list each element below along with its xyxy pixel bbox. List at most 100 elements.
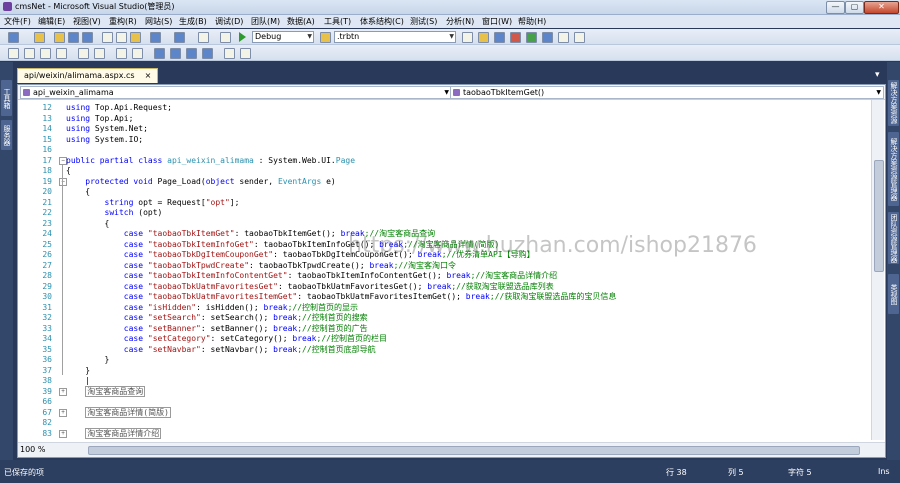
bookmark-icon[interactable] [154,48,165,59]
menu-architecture[interactable]: 体系结构(C) [360,16,404,27]
code-line[interactable]: 28 case "taobaoTbkItemInfoContentGet": t… [18,270,868,281]
code-line[interactable]: 18 { [18,165,868,176]
menu-help[interactable]: 帮助(H) [518,16,546,27]
menu-website[interactable]: 网站(S) [145,16,172,27]
menu-build[interactable]: 生成(B) [179,16,207,27]
toolbox-icon[interactable] [510,32,521,43]
save-all-icon[interactable] [82,32,93,43]
code-line[interactable]: 66 [18,396,868,407]
menu-tools[interactable]: 工具(T) [324,16,351,27]
collapsed-region[interactable]: 淘宝客商品详情(简版) [85,406,171,418]
code-line[interactable]: 23 { [18,218,868,229]
document-tab[interactable]: api/weixin/alimama.aspx.cs × [17,68,159,83]
code-line[interactable]: 82 [18,417,868,428]
code-line[interactable]: 16 [18,144,868,155]
class-dropdown[interactable]: api_weixin_alimama ▼ [20,86,452,99]
code-line[interactable]: 67 + 淘宝客商品详情(简版) [18,406,868,418]
save-icon[interactable] [68,32,79,43]
format-document-icon[interactable] [224,48,235,59]
horizontal-scrollbar-thumb[interactable] [88,446,860,455]
code-line[interactable]: 20 { [18,186,868,197]
menu-analyze[interactable]: 分析(N) [446,16,474,27]
properties-icon[interactable] [478,32,489,43]
new-project-icon[interactable] [8,32,19,43]
increase-indent-icon[interactable] [94,48,105,59]
solution-explorer-tab[interactable]: 解决方案资源管理器 [888,80,899,126]
code-line[interactable]: 21 string opt = Request["opt"]; [18,197,868,208]
menu-file[interactable]: 文件(F) [4,16,31,27]
previous-bookmark-icon[interactable] [170,48,181,59]
code-line[interactable]: 30 case "taobaoTbkUatmFavoritesItemGet":… [18,291,868,302]
code-line[interactable]: 15 using System.IO; [18,134,868,145]
comment-icon[interactable] [116,48,127,59]
display-members-icon[interactable] [8,48,19,59]
copy-icon[interactable] [116,32,127,43]
code-line[interactable]: 39 + 淘宝客商品查询 [18,385,868,397]
uncomment-icon[interactable] [132,48,143,59]
clear-bookmarks-icon[interactable] [202,48,213,59]
code-line[interactable]: 22 switch (opt) [18,207,868,218]
command-window-icon[interactable] [558,32,569,43]
minimize-button[interactable]: — [826,1,845,14]
menu-data[interactable]: 数据(A) [287,16,315,27]
code-editor[interactable]: api_weixin_alimama ▼ taobaoTbkItemGet() … [17,84,886,458]
menu-edit[interactable]: 编辑(E) [38,16,65,27]
word-completion-icon[interactable] [56,48,67,59]
code-line[interactable]: 12 using Top.Api.Request; [18,102,868,113]
code-line[interactable]: 17− public partial class api_weixin_alima… [18,155,868,166]
redo-icon[interactable] [174,32,185,43]
find-combo[interactable]: .trbtn ▼ [334,31,456,43]
toolbox-tab[interactable]: 工具箱 [1,80,12,116]
code-line[interactable]: 29 case "taobaoTbkUatmFavoritesGet": tao… [18,281,868,292]
undo-icon[interactable] [150,32,161,43]
menu-team[interactable]: 团队(M) [251,16,280,27]
code-line[interactable]: 36 } [18,354,868,365]
start-debugging-icon[interactable] [239,32,246,42]
code-line[interactable]: 35 case "setNavbar": setNavbar(); break;… [18,344,868,355]
code-line[interactable]: 14 using System.Net; [18,123,868,134]
code-line[interactable]: 83 + 淘宝客商品详情介绍 [18,427,868,439]
decrease-indent-icon[interactable] [78,48,89,59]
paste-icon[interactable] [130,32,141,43]
tab-list-icon[interactable]: ▾ [875,70,880,80]
horizontal-scrollbar[interactable]: 100 % [18,442,885,457]
solution-explorer-icon[interactable] [462,32,473,43]
start-page-icon[interactable] [526,32,537,43]
vertical-scrollbar-thumb[interactable] [874,160,884,272]
member-dropdown[interactable]: taobaoTbkItemGet() ▼ [450,86,884,99]
toolbar-options-icon[interactable] [574,32,585,43]
maximize-button[interactable]: ▢ [845,1,864,14]
code-line[interactable]: 33 case "setBanner": setBanner(); break;… [18,323,868,334]
menu-window[interactable]: 窗口(W) [482,16,512,27]
code-line[interactable]: 34 case "setCategory": setCategory(); br… [18,333,868,344]
menu-refactor[interactable]: 重构(R) [109,16,137,27]
quick-info-icon[interactable] [40,48,51,59]
close-tab-icon[interactable]: × [145,71,152,80]
code-line[interactable]: 38 | [18,375,868,386]
menu-debug[interactable]: 调试(D) [215,16,243,27]
find-in-files-icon[interactable] [320,32,331,43]
parameter-info-icon[interactable] [24,48,35,59]
code-line[interactable]: 32 case "setSearch": setSearch(); break;… [18,312,868,323]
add-item-icon[interactable] [34,32,45,43]
class-view-tab[interactable]: 类视图 [888,274,899,314]
vertical-scrollbar[interactable] [871,100,884,440]
next-bookmark-icon[interactable] [186,48,197,59]
menu-test[interactable]: 测试(S) [410,16,437,27]
menu-view[interactable]: 视图(V) [73,16,101,27]
open-file-icon[interactable] [54,32,65,43]
code-line[interactable]: 13 using Top.Api; [18,113,868,124]
collapsed-region[interactable]: 淘宝客商品详情介绍 [85,427,162,439]
code-line[interactable]: 19− protected void Page_Load(object send… [18,176,868,187]
code-line[interactable]: 27 case "taobaoTbkTpwdCreate": taobaoTbk… [18,260,868,271]
collapsed-region[interactable]: 淘宝客商品查询 [85,385,146,397]
solution-explorer-tab-2[interactable]: 解决方案资源管理器 [888,132,899,206]
extension-manager-icon[interactable] [542,32,553,43]
navigate-back-icon[interactable] [198,32,209,43]
toolbar-options-icon[interactable] [240,48,251,59]
solution-configuration-select[interactable]: Debug ▼ [252,31,314,43]
close-button[interactable]: ✕ [864,1,899,14]
code-line[interactable]: 31 case "isHidden": isHidden(); break;//… [18,302,868,313]
object-browser-icon[interactable] [494,32,505,43]
team-explorer-tab[interactable]: 团队资源管理器 [888,212,899,264]
